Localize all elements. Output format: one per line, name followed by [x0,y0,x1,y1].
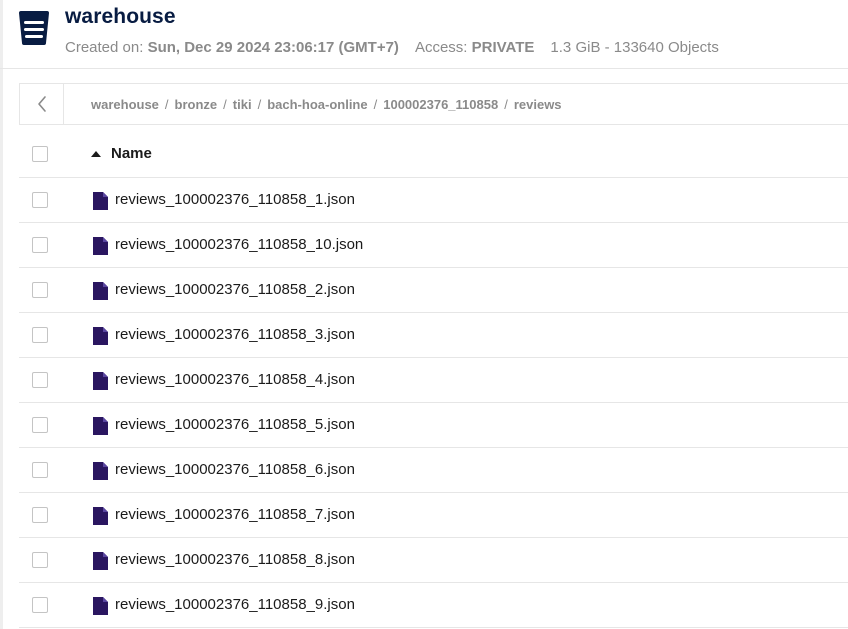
table-row[interactable]: reviews_100002376_110858_6.json [19,448,848,493]
file-name[interactable]: reviews_100002376_110858_5.json [115,416,355,433]
file-name[interactable]: reviews_100002376_110858_6.json [115,461,355,478]
breadcrumb-item-warehouse[interactable]: warehouse [91,97,159,112]
table-row[interactable]: reviews_100002376_110858_3.json [19,313,848,358]
file-icon [93,192,108,210]
row-checkbox[interactable] [32,552,48,568]
object-browser-page: warehouse Created on: Sun, Dec 29 2024 2… [0,0,848,629]
created-value: Sun, Dec 29 2024 23:06:17 (GMT+7) [147,39,399,56]
file-icon [93,237,108,255]
row-checkbox[interactable] [32,507,48,523]
breadcrumb-separator: / [373,96,378,112]
row-checkbox[interactable] [32,462,48,478]
table-row[interactable]: reviews_100002376_110858_10.json [19,223,848,268]
file-icon [93,372,108,390]
left-edge-divider [0,0,3,629]
breadcrumb-separator: / [164,96,169,112]
bucket-title: warehouse [65,5,176,28]
breadcrumb-separator: / [223,96,227,112]
file-icon [93,597,108,615]
file-name[interactable]: reviews_100002376_110858_2.json [115,281,355,298]
file-icon [93,552,108,570]
sort-ascending-icon[interactable] [91,151,101,157]
file-name[interactable]: reviews_100002376_110858_1.json [115,191,355,208]
table-row[interactable]: reviews_100002376_110858_2.json [19,268,848,313]
breadcrumb-item-bronze[interactable]: bronze [175,97,218,112]
table-header-row: Name [19,132,848,178]
file-name[interactable]: reviews_100002376_110858_10.json [115,236,363,253]
row-checkbox[interactable] [32,372,48,388]
breadcrumb-bar: warehouse / bronze / tiki / bach-hoa-onl… [19,83,848,125]
row-checkbox[interactable] [32,192,48,208]
row-checkbox[interactable] [32,417,48,433]
access-value: PRIVATE [471,39,535,56]
back-button[interactable] [20,84,64,124]
bucket-usage: 1.3 GiB - 133640 Objects [550,39,719,56]
breadcrumb-item-tiki[interactable]: tiki [233,97,252,112]
breadcrumb-item-product-id[interactable]: 100002376_110858 [383,97,498,112]
file-name[interactable]: reviews_100002376_110858_9.json [115,596,355,613]
file-icon [93,282,108,300]
file-icon [93,417,108,435]
file-icon [93,462,108,480]
breadcrumb-separator: / [504,96,508,112]
bucket-meta: Created on: Sun, Dec 29 2024 23:06:17 (G… [65,39,719,56]
chevron-left-icon [37,96,46,112]
row-checkbox[interactable] [32,597,48,613]
file-name[interactable]: reviews_100002376_110858_7.json [115,506,355,523]
breadcrumb: warehouse / bronze / tiki / bach-hoa-onl… [91,84,562,124]
file-name[interactable]: reviews_100002376_110858_3.json [115,326,355,343]
file-icon [93,507,108,525]
bucket-icon [19,11,49,45]
table-row[interactable]: reviews_100002376_110858_7.json [19,493,848,538]
bucket-header: warehouse Created on: Sun, Dec 29 2024 2… [0,0,848,69]
file-name[interactable]: reviews_100002376_110858_8.json [115,551,355,568]
select-all-checkbox[interactable] [32,146,48,162]
breadcrumb-item-reviews[interactable]: reviews [514,97,562,112]
table-row[interactable]: reviews_100002376_110858_4.json [19,358,848,403]
table-row[interactable]: reviews_100002376_110858_8.json [19,538,848,583]
created-label: Created on: [65,39,144,56]
table-row[interactable]: reviews_100002376_110858_9.json [19,583,848,628]
row-checkbox[interactable] [32,282,48,298]
table-row[interactable]: reviews_100002376_110858_1.json [19,178,848,223]
access-label: Access: [414,39,468,56]
breadcrumb-item-bach-hoa-online[interactable]: bach-hoa-online [267,97,367,112]
table-row[interactable]: reviews_100002376_110858_5.json [19,403,848,448]
table-body: reviews_100002376_110858_1.json reviews_1… [19,178,848,628]
file-icon [93,327,108,345]
row-checkbox[interactable] [32,327,48,343]
row-checkbox[interactable] [32,237,48,253]
breadcrumb-separator: / [257,96,262,112]
column-header-name[interactable]: Name [111,145,152,162]
objects-table: Name reviews_100002376_110858_1.json revi… [19,132,848,628]
file-name[interactable]: reviews_100002376_110858_4.json [115,371,355,388]
